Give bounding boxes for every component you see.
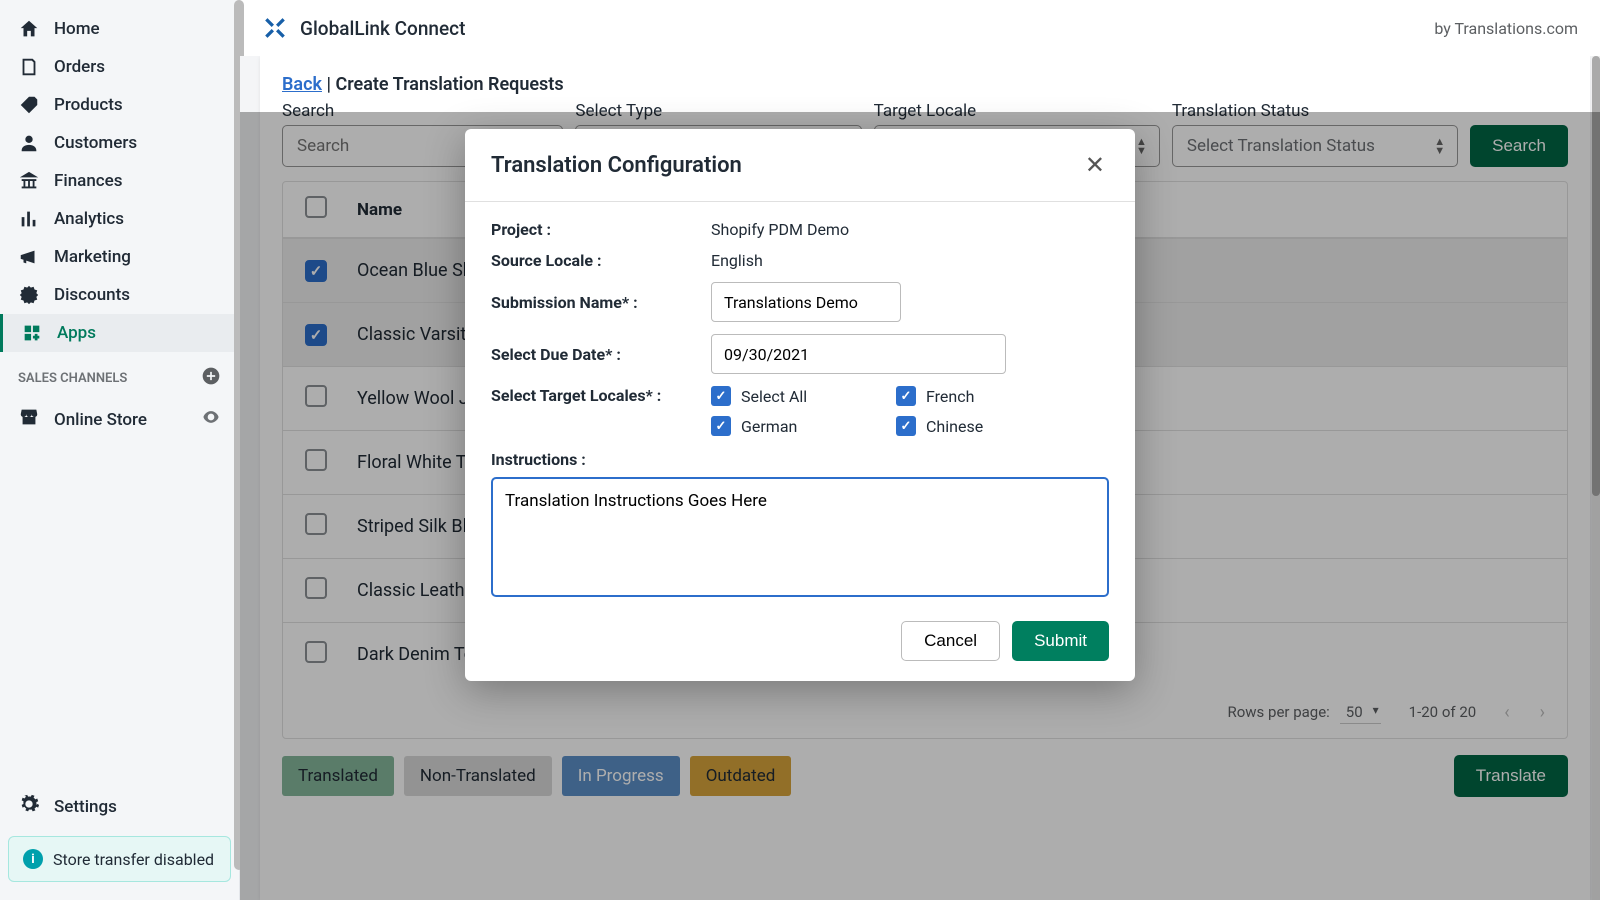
home-icon [18,18,40,40]
sales-channels-header: SALES CHANNELS [0,352,239,398]
nav-label: Settings [54,797,117,817]
nav-orders[interactable]: Orders [0,48,239,86]
nav-label: Products [54,95,123,115]
locale-chinese[interactable]: ✓Chinese [896,416,1081,436]
due-date-input[interactable] [711,334,1006,374]
nav-label: Analytics [54,209,124,229]
nav-settings[interactable]: Settings [0,783,239,830]
checkbox-icon: ✓ [896,386,916,406]
nav-label: Online Store [54,410,147,430]
locale-french[interactable]: ✓French [896,386,1081,406]
bank-icon [18,170,40,192]
instructions-textarea[interactable] [491,477,1109,597]
orders-icon [18,56,40,78]
checkbox-icon: ✓ [896,416,916,436]
project-value: Shopify PDM Demo [711,220,849,239]
nav-label: Customers [54,133,137,153]
add-channel-icon[interactable] [201,366,221,390]
source-locale-label: Source Locale : [491,251,701,270]
breadcrumb: Back | Create Translation Requests [282,74,1568,95]
bars-icon [18,208,40,230]
close-icon[interactable]: ✕ [1081,147,1109,183]
instructions-label: Instructions : [491,450,1109,469]
topbar: GlobalLink Connect by Translations.com [240,0,1600,56]
nav-label: Discounts [54,285,130,305]
nav-analytics[interactable]: Analytics [0,200,239,238]
source-locale-value: English [711,251,763,270]
nav-label: Apps [57,323,96,343]
project-label: Project : [491,220,701,239]
nav-label: Finances [54,171,123,191]
nav-finances[interactable]: Finances [0,162,239,200]
banner-text: Store transfer disabled [53,850,214,869]
eye-icon[interactable] [201,407,221,432]
brand: GlobalLink Connect [262,15,465,41]
page-title: Create Translation Requests [335,74,563,95]
locale-select-all[interactable]: ✓Select All [711,386,896,406]
app-title: GlobalLink Connect [300,17,465,40]
sidebar: Home Orders Products Customers Finances … [0,0,240,900]
locale-german[interactable]: ✓German [711,416,896,436]
cancel-button[interactable]: Cancel [901,621,1000,661]
checkbox-icon: ✓ [711,386,731,406]
modal-title: Translation Configuration [491,153,742,178]
nav-discounts[interactable]: Discounts [0,276,239,314]
back-link[interactable]: Back [282,74,322,95]
nav-label: Orders [54,57,105,77]
submission-name-input[interactable] [711,282,901,322]
tag-icon [18,94,40,116]
nav-label: Marketing [54,247,131,267]
brand-logo-icon [262,15,288,41]
main: GlobalLink Connect by Translations.com B… [240,0,1600,900]
nav-marketing[interactable]: Marketing [0,238,239,276]
gear-icon [18,793,40,820]
person-icon [18,132,40,154]
target-locales-label: Select Target Locales* : [491,386,701,405]
byline: by Translations.com [1434,19,1578,38]
megaphone-icon [18,246,40,268]
checkbox-icon: ✓ [711,416,731,436]
nav-label: Home [54,19,100,39]
store-transfer-banner[interactable]: i Store transfer disabled [8,836,231,882]
nav-apps[interactable]: Apps [0,314,239,352]
submission-name-label: Submission Name* : [491,293,701,312]
nav-products[interactable]: Products [0,86,239,124]
info-icon: i [23,849,43,869]
nav-online-store[interactable]: Online Store [0,398,239,441]
due-date-label: Select Due Date* : [491,345,701,364]
translation-config-modal: Translation Configuration ✕ Project : Sho… [465,129,1135,681]
nav-home[interactable]: Home [0,10,239,48]
nav-customers[interactable]: Customers [0,124,239,162]
apps-icon [21,322,43,344]
submit-button[interactable]: Submit [1012,621,1109,661]
store-icon [18,406,40,433]
discount-icon [18,284,40,306]
